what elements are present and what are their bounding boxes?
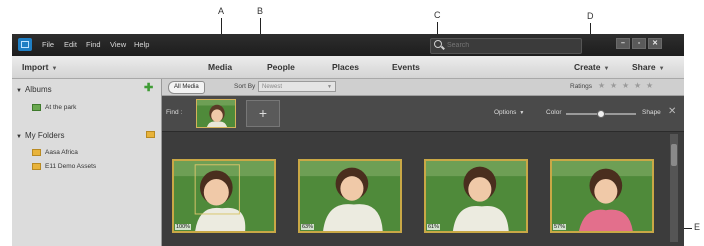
chevron-down-icon: ▼: [603, 66, 610, 72]
search-input[interactable]: [447, 40, 575, 51]
media-grid: 100% 63% 61% 57%: [162, 132, 684, 246]
ratings-label: Ratings: [570, 83, 593, 90]
options-menu[interactable]: Options ▼: [494, 109, 524, 116]
callout-c: C: [434, 10, 441, 20]
chevron-down-icon: ▼: [519, 110, 525, 116]
app-logo-icon[interactable]: [18, 38, 32, 51]
similarity-percent: 61%: [427, 224, 441, 230]
sidebar: ▼ Albums ✚ At the park ▼ My Folders Aasa A…: [12, 79, 162, 246]
find-source-thumbnail[interactable]: [196, 99, 236, 128]
minimize-button[interactable]: –: [616, 38, 630, 49]
add-album-icon[interactable]: ✚: [144, 81, 153, 94]
callout-d: D: [587, 11, 594, 21]
callout-e: E: [694, 222, 701, 232]
star-icon[interactable]: ★: [622, 81, 629, 90]
child-photo: [426, 161, 526, 231]
albums-heading: Albums: [24, 85, 52, 94]
create-menu[interactable]: Create ▼: [574, 62, 609, 72]
share-menu[interactable]: Share ▼: [632, 62, 665, 72]
slider-knob[interactable]: [597, 110, 605, 118]
tab-events[interactable]: Events: [392, 62, 420, 72]
tab-places[interactable]: Places: [332, 62, 359, 72]
app-window: File Edit Find View Help – ▫ ✕ Import▼ M…: [12, 34, 684, 246]
close-button[interactable]: ✕: [648, 38, 662, 49]
mode-bar: Import ▼ Media People Places Events Creat…: [12, 56, 684, 79]
visual-similarity-find-bar: Find : + Options ▼ Color Shape ✕: [162, 96, 684, 132]
restore-button[interactable]: ▫: [632, 38, 646, 49]
import-menu[interactable]: Import ▼: [22, 62, 57, 72]
sort-select[interactable]: Newest ▼: [258, 81, 336, 92]
create-label: Create: [574, 62, 601, 72]
similarity-percent: 100%: [175, 224, 192, 230]
star-icon[interactable]: ★: [634, 81, 641, 90]
scrollbar-thumb[interactable]: [671, 144, 677, 166]
triangle-down-icon: ▼: [16, 134, 22, 140]
options-label: Options: [494, 109, 517, 116]
folder-icon: [32, 149, 41, 156]
tab-people[interactable]: People: [267, 62, 295, 72]
star-icon[interactable]: ★: [646, 81, 653, 90]
child-photo: [552, 161, 652, 231]
search-icon: [434, 40, 442, 48]
album-at-the-park[interactable]: At the park: [45, 104, 76, 111]
restore-icon: ▫: [637, 40, 641, 47]
all-media-button[interactable]: All Media: [168, 81, 205, 94]
color-label: Color: [546, 109, 562, 116]
similarity-percent: 57%: [553, 224, 567, 230]
sort-value: Newest: [262, 84, 283, 90]
albums-toggle[interactable]: ▼ Albums: [16, 85, 52, 94]
share-label: Share: [632, 62, 656, 72]
media-thumbnail[interactable]: 61%: [424, 159, 528, 233]
triangle-down-icon: ▼: [16, 88, 22, 94]
sort-by-label: Sort By: [234, 83, 256, 90]
folders-toggle[interactable]: ▼ My Folders: [16, 131, 65, 140]
menu-help[interactable]: Help: [134, 40, 149, 49]
close-find-icon[interactable]: ✕: [668, 106, 676, 117]
filter-bar: All Media Sort By Newest ▼ Ratings ★ ★ ★ …: [162, 79, 684, 96]
minimize-icon: –: [621, 40, 625, 47]
folders-heading: My Folders: [24, 131, 65, 140]
child-photo: [300, 161, 400, 231]
close-icon: ✕: [652, 40, 658, 47]
child-photo: [174, 161, 274, 231]
menu-find[interactable]: Find: [86, 40, 101, 49]
media-thumbnail[interactable]: 63%: [298, 159, 402, 233]
shape-label: Shape: [642, 109, 661, 116]
menu-file[interactable]: File: [42, 40, 54, 49]
star-icon[interactable]: ★: [610, 81, 617, 90]
find-label: Find :: [166, 109, 183, 116]
menu-view[interactable]: View: [110, 40, 126, 49]
star-icon[interactable]: ★: [598, 81, 605, 90]
similarity-percent: 63%: [301, 224, 315, 230]
callout-a: A: [218, 6, 225, 16]
folder-icon: [32, 163, 41, 170]
media-thumbnail[interactable]: 57%: [550, 159, 654, 233]
tab-media[interactable]: Media: [208, 62, 232, 72]
vertical-scrollbar[interactable]: [670, 134, 678, 242]
folder-e11-demo-assets[interactable]: E11 Demo Assets: [45, 163, 96, 170]
folder-aasa-africa[interactable]: Aasa Africa: [45, 149, 78, 156]
chevron-down-icon: ▼: [658, 66, 665, 72]
callout-b: B: [257, 6, 264, 16]
media-thumbnail[interactable]: 100%: [172, 159, 276, 233]
chevron-down-icon: ▼: [51, 66, 58, 72]
import-label: Import: [22, 62, 49, 72]
color-shape-slider[interactable]: [566, 110, 636, 118]
album-icon: [32, 104, 41, 111]
folder-options-icon[interactable]: [146, 131, 155, 138]
search-box[interactable]: [430, 38, 582, 54]
chevron-down-icon: ▼: [327, 84, 332, 90]
add-to-find-button[interactable]: +: [246, 100, 280, 127]
menu-edit[interactable]: Edit: [64, 40, 77, 49]
title-bar: File Edit Find View Help – ▫ ✕: [12, 34, 684, 56]
